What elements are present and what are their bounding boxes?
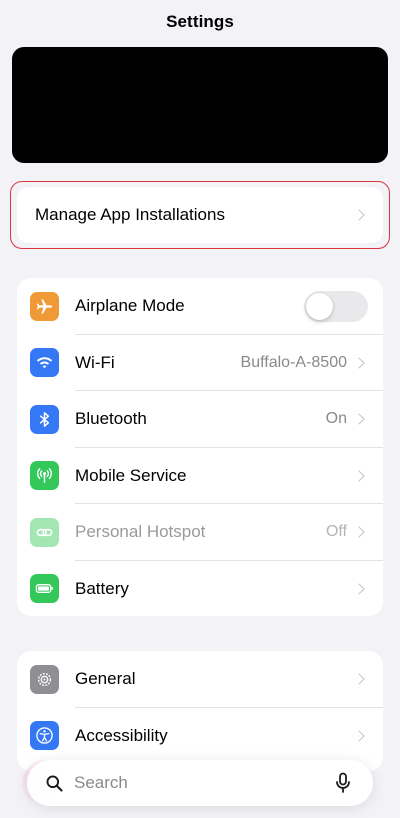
wifi-row[interactable]: Wi-Fi Buffalo-A-8500	[17, 335, 383, 392]
search-input[interactable]: Search	[74, 773, 335, 793]
chevron-right-icon	[353, 357, 365, 369]
wifi-network-name: Buffalo-A-8500	[240, 353, 347, 371]
manage-app-installations-row[interactable]: Manage App Installations	[17, 187, 383, 243]
airplane-mode-toggle[interactable]	[304, 290, 368, 322]
chevron-right-icon	[353, 730, 365, 742]
manage-app-installations-label: Manage App Installations	[35, 205, 225, 224]
chevron-right-icon	[353, 209, 365, 221]
page-title: Settings	[166, 12, 234, 31]
battery-row[interactable]: Battery	[17, 561, 383, 617]
airplane-mode-label: Airplane Mode	[75, 296, 185, 316]
personal-hotspot-row[interactable]: Personal Hotspot Off	[17, 504, 383, 561]
battery-icon	[30, 574, 59, 604]
antenna-icon	[30, 461, 59, 491]
personal-hotspot-label: Personal Hotspot	[75, 522, 206, 542]
airplane-mode-row: Airplane Mode	[17, 278, 383, 335]
microphone-icon[interactable]	[335, 772, 351, 794]
chevron-right-icon	[353, 526, 365, 538]
gear-icon	[30, 664, 59, 694]
accessibility-label: Accessibility	[75, 725, 168, 745]
hotspot-link-icon	[30, 517, 59, 547]
system-group: General Accessibility	[17, 651, 383, 771]
airplane-icon	[30, 291, 59, 321]
bluetooth-icon	[30, 404, 59, 434]
mobile-service-label: Mobile Service	[75, 465, 187, 485]
general-row[interactable]: General	[17, 651, 383, 708]
bluetooth-label: Bluetooth	[75, 409, 147, 429]
search-icon	[46, 775, 63, 792]
banner	[12, 47, 388, 163]
toggle-knob	[306, 292, 333, 320]
general-label: General	[75, 669, 136, 689]
search-bar[interactable]: Search	[27, 760, 373, 806]
wifi-icon	[30, 348, 59, 378]
accessibility-row[interactable]: Accessibility	[17, 708, 383, 765]
personal-hotspot-status: Off	[325, 523, 347, 541]
chevron-right-icon	[353, 470, 365, 482]
connectivity-group: Airplane Mode Wi-Fi Buffalo-A-8500 Bluet…	[17, 278, 383, 616]
wifi-label: Wi-Fi	[75, 352, 115, 372]
battery-label: Battery	[75, 578, 129, 598]
chevron-right-icon	[353, 413, 365, 425]
bluetooth-status: On	[325, 410, 347, 428]
bluetooth-row[interactable]: Bluetooth On	[17, 391, 383, 448]
chevron-right-icon	[353, 583, 365, 595]
chevron-right-icon	[353, 673, 365, 685]
accessibility-icon	[30, 721, 59, 751]
mobile-service-row[interactable]: Mobile Service	[17, 448, 383, 505]
